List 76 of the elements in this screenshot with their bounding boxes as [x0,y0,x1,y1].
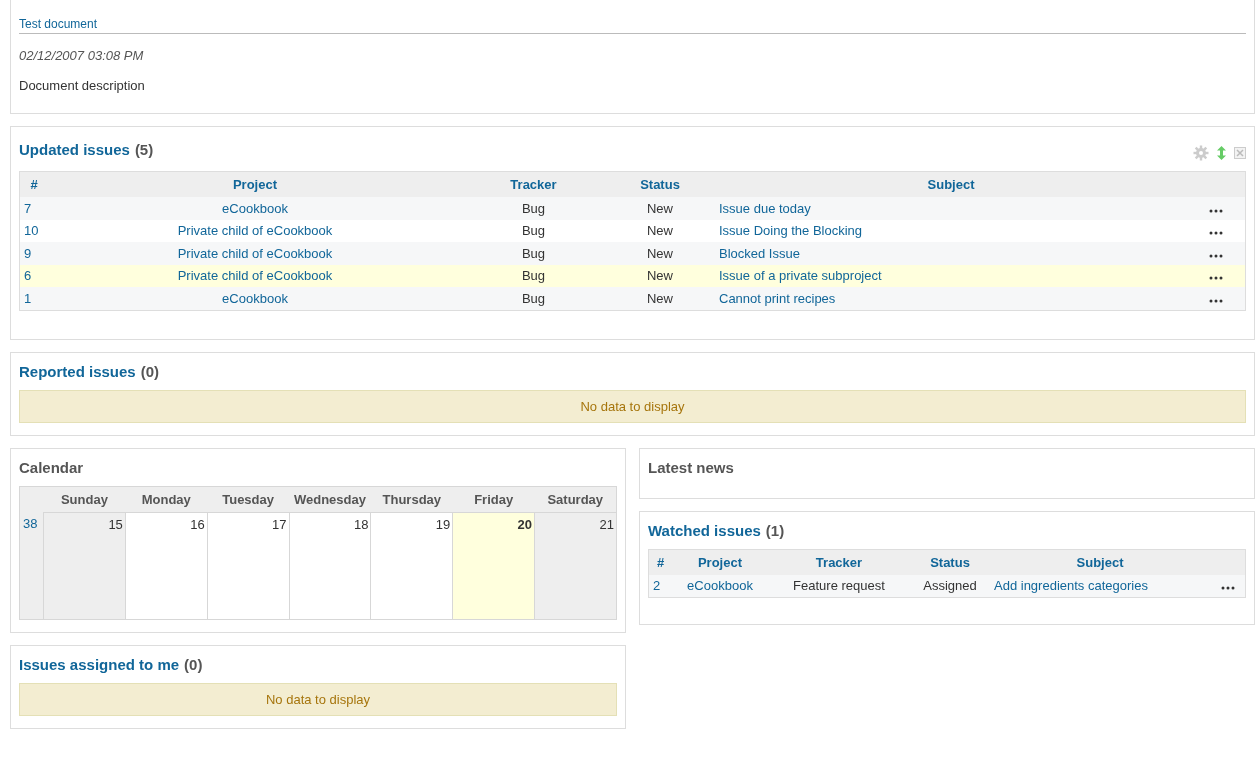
panel-title[interactable]: Issues assigned to me [19,655,180,673]
project-link[interactable]: Private child of eCookbook [177,223,333,239]
weekday-header: Tuesday [207,486,290,512]
panel-title: Latest news [648,458,734,476]
status-cell: New [647,223,673,239]
weekday-header: Thursday [370,486,453,512]
day-number: 17 [272,516,287,532]
tracker-cell: Bug [521,290,546,306]
status-cell: New [647,245,673,261]
weekday-header: Sunday [43,486,126,512]
day-number: 20 [517,516,533,532]
status-cell: New [647,200,673,216]
issue-count: (1) [765,521,785,539]
day-number: 16 [190,516,205,532]
project-link[interactable]: eCookbook [222,290,288,306]
subject-link[interactable]: Issue due today [719,200,811,216]
more-options-icon[interactable] [1209,208,1223,213]
column-header[interactable]: Subject [715,177,1187,192]
day-number: 15 [108,516,123,532]
column-header[interactable]: # [20,177,48,192]
more-options-icon[interactable] [1209,298,1223,303]
day-number: 19 [435,516,451,532]
status-cell: New [647,268,673,284]
status-cell: New [647,290,673,306]
issue-id-link[interactable]: 2 [653,578,661,594]
issue-count: (5) [134,140,154,158]
more-options-icon[interactable] [1209,253,1223,258]
weekday-header: Monday [125,486,208,512]
column-header[interactable]: Status [910,554,990,570]
issue-count: (0) [184,655,203,673]
status-cell: Assigned [923,578,977,594]
project-link[interactable]: Private child of eCookbook [177,268,333,284]
tracker-cell: Bug [521,200,546,216]
subject-link[interactable]: Add ingredients categories [994,578,1148,594]
weekday-header: Saturday [534,486,617,512]
subject-link[interactable]: Cannot print recipes [719,290,836,306]
document-date: 02/12/2007 03:08 PM [19,48,145,63]
tracker-cell: Feature request [793,578,885,594]
tracker-cell: Bug [521,268,546,284]
project-link[interactable]: eCookbook [222,200,288,216]
issue-id-link[interactable]: 6 [24,268,32,284]
issue-id-link[interactable]: 10 [24,223,39,239]
empty-notice: No data to display [19,682,617,716]
more-options-icon[interactable] [1209,231,1223,236]
more-options-icon[interactable] [1209,276,1223,281]
tracker-cell: Bug [521,245,546,261]
panel-title[interactable]: Updated issues [19,140,130,158]
document-title-link[interactable]: Test document [19,17,98,31]
weekday-header: Wednesday [289,486,371,512]
issue-count: (0) [140,362,160,380]
issue-id-link[interactable]: 7 [24,200,32,216]
panel-title[interactable]: Watched issues [648,521,761,539]
empty-notice: No data to display [19,389,1246,423]
issue-id-link[interactable]: 9 [24,245,32,261]
column-header[interactable]: Tracker [768,554,910,570]
column-header[interactable]: Project [672,554,768,570]
day-number: 18 [353,516,369,532]
column-header[interactable]: Tracker [462,177,605,192]
panel-title[interactable]: Reported issues [19,362,136,380]
column-header[interactable]: Project [48,177,462,192]
column-header[interactable]: Status [605,177,715,192]
subject-link[interactable]: Issue Doing the Blocking [719,223,863,239]
panel-title: Calendar [19,458,84,476]
project-link[interactable]: Private child of eCookbook [177,245,333,261]
column-header[interactable]: # [649,554,672,570]
document-description: Document description [19,78,146,93]
column-header[interactable]: Subject [990,554,1210,570]
tracker-cell: Bug [521,223,546,239]
subject-link[interactable]: Blocked Issue [719,245,800,261]
more-options-icon[interactable] [1220,586,1235,591]
subject-link[interactable]: Issue of a private subproject [719,268,882,284]
issue-id-link[interactable]: 1 [24,290,32,306]
week-number: 38 [23,516,38,531]
day-number: 21 [599,516,614,532]
project-link[interactable]: eCookbook [687,578,753,594]
weekday-header: Friday [452,486,535,512]
